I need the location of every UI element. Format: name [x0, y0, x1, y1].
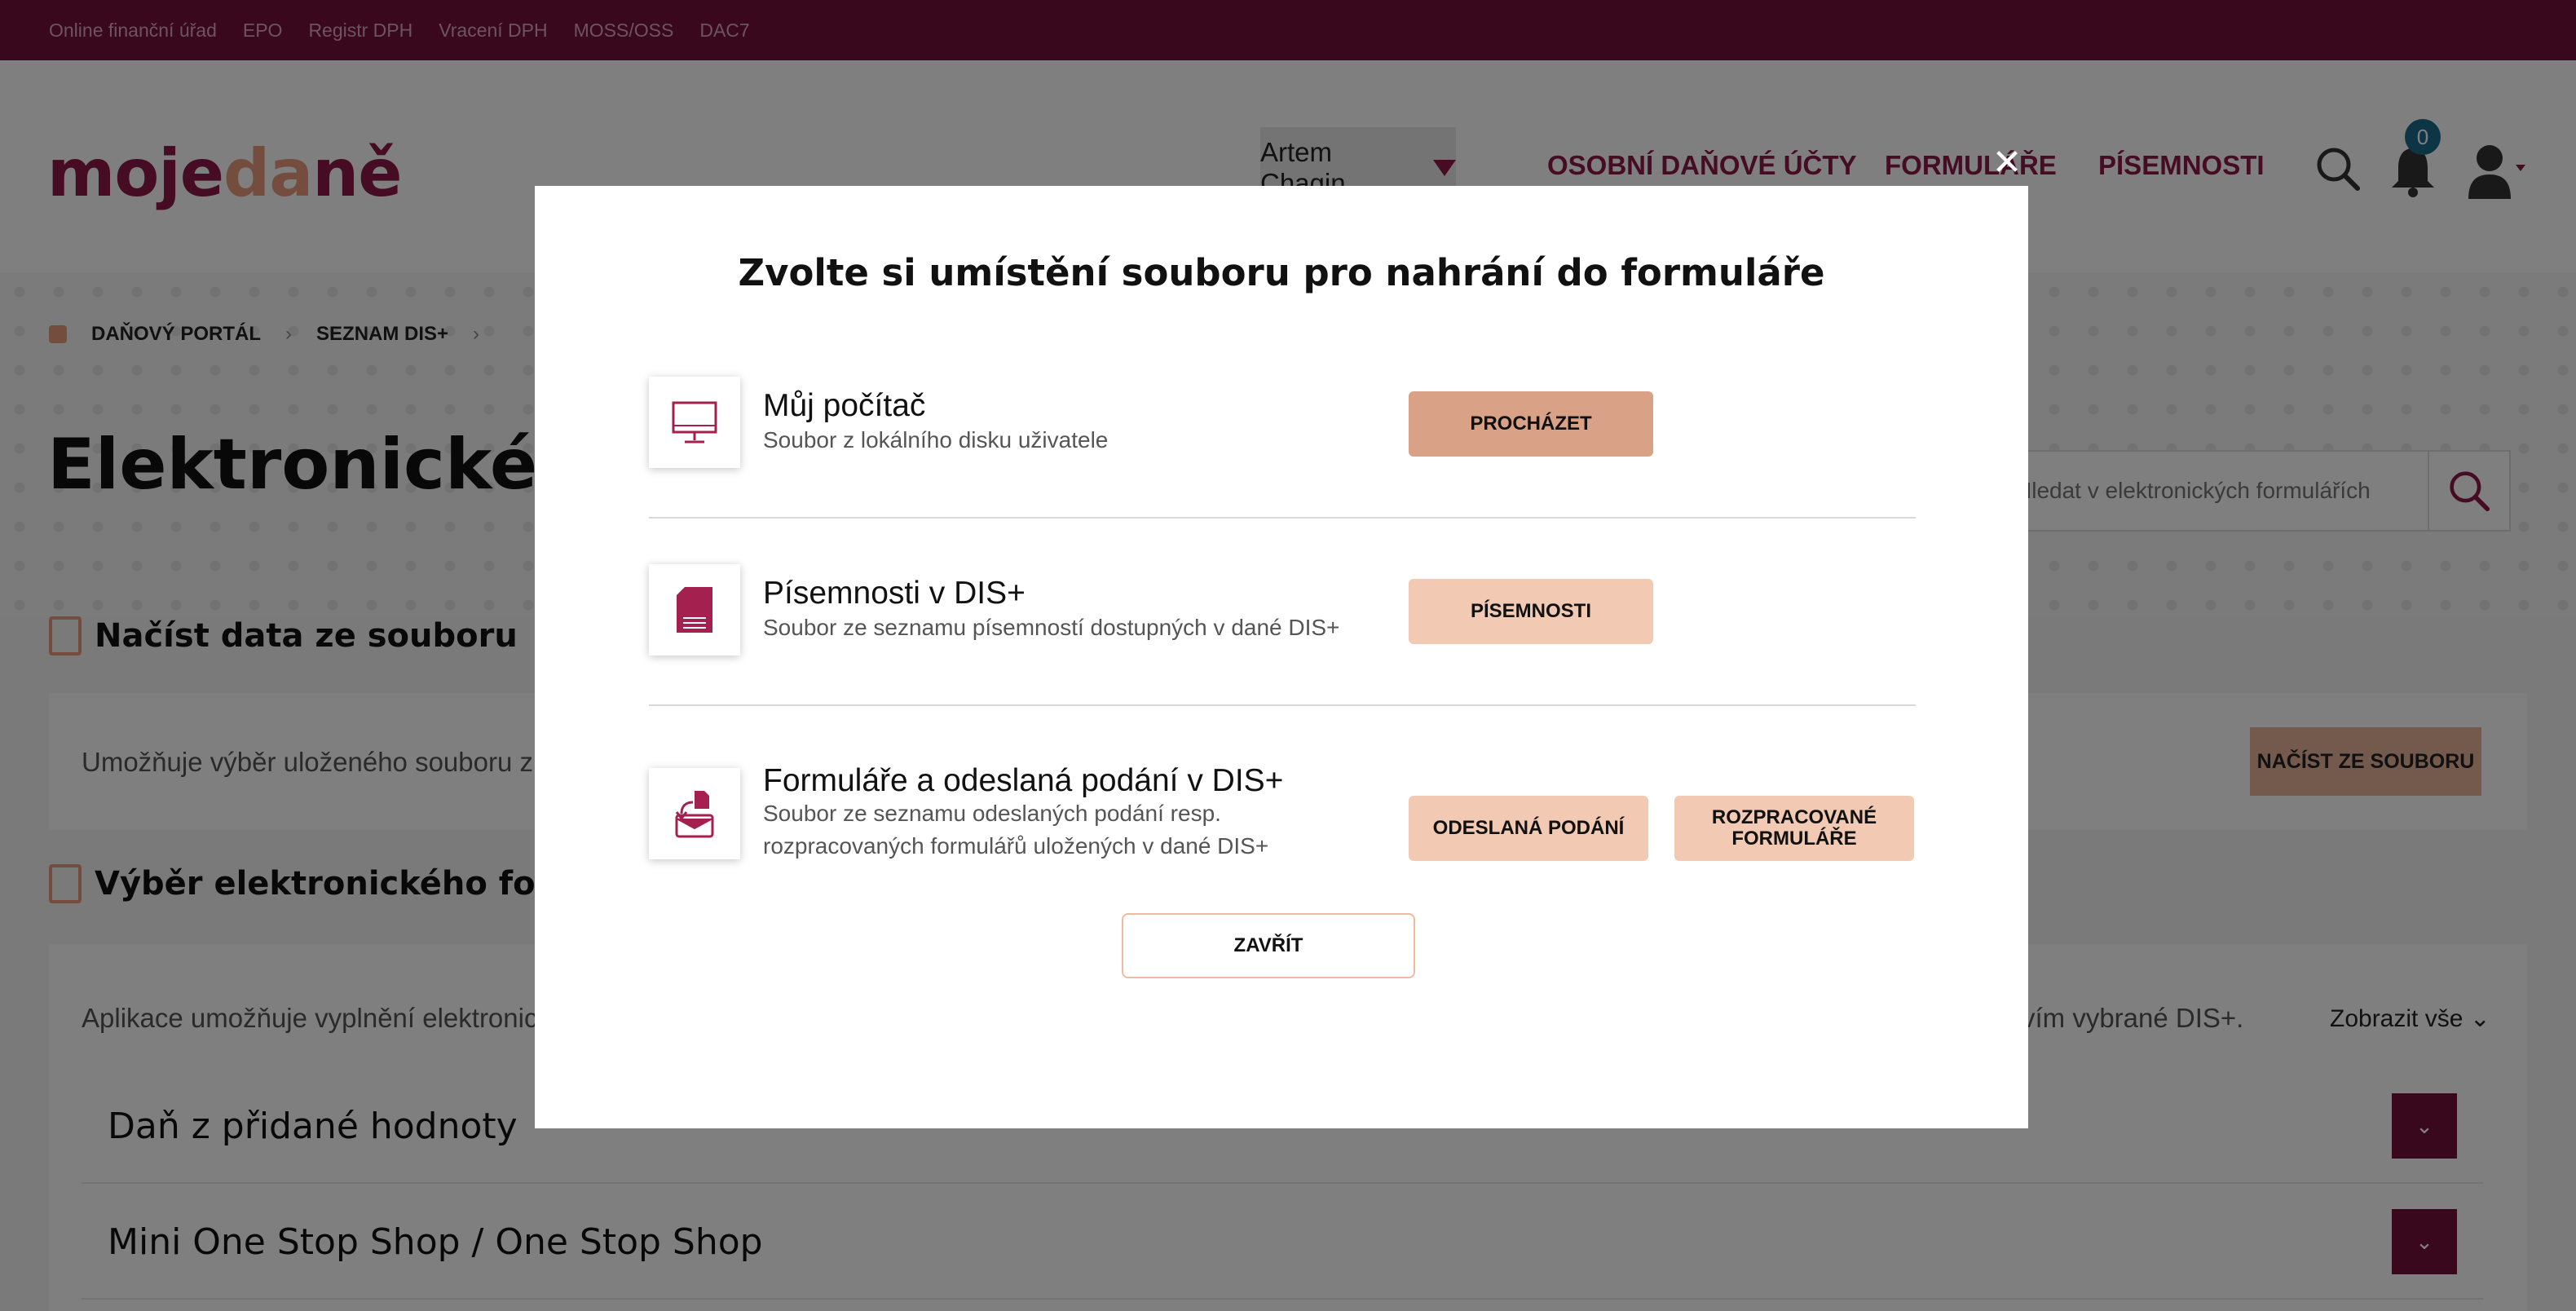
inbox-upload-icon — [649, 768, 740, 859]
monitor-icon — [649, 377, 740, 468]
documents-button[interactable]: PÍSEMNOSTI — [1409, 579, 1653, 644]
file-location-dialog: Zvolte si umístění souboru pro nahrání d… — [535, 186, 2028, 1128]
option-my-computer: Můj počítač Soubor z lokálního disku uži… — [649, 377, 1916, 475]
option-description: Soubor ze seznamu odeslaných podání resp… — [763, 801, 1269, 859]
dialog-title: Zvolte si umístění souboru pro nahrání d… — [738, 251, 1825, 294]
option-dis-documents: Písemnosti v DIS+ Soubor ze seznamu píse… — [649, 564, 1916, 662]
divider — [649, 517, 1916, 519]
draft-forms-button[interactable]: ROZPRACOVANÉ FORMULÁŘE — [1674, 796, 1914, 861]
divider — [649, 704, 1916, 706]
sent-submissions-button[interactable]: ODESLANÁ PODÁNÍ — [1409, 796, 1648, 861]
option-title: Můj počítač — [763, 388, 926, 423]
option-description: Soubor ze seznamu písemností dostupných … — [763, 615, 1340, 640]
document-icon — [649, 564, 740, 656]
option-title: Písemnosti v DIS+ — [763, 576, 1026, 611]
option-description: Soubor z lokálního disku uživatele — [763, 427, 1109, 452]
close-dialog-button[interactable]: ZAVŘÍT — [1122, 913, 1415, 978]
browse-button[interactable]: PROCHÁZET — [1409, 391, 1653, 457]
close-icon[interactable]: ✕ — [1989, 145, 2025, 181]
option-title: Formuláře a odeslaná podání v DIS+ — [763, 763, 1284, 798]
